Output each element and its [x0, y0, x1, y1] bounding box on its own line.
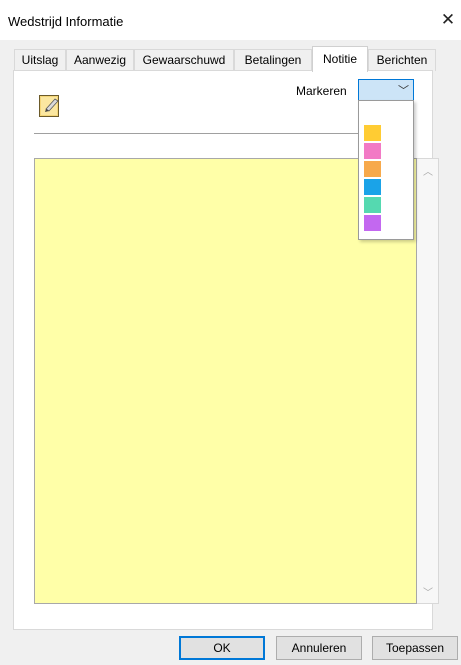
marker-color-option[interactable] — [364, 215, 381, 231]
note-scrollbar[interactable]: ︿ ﹀ — [417, 158, 439, 604]
apply-button[interactable]: Toepassen — [372, 636, 458, 660]
tab-uitslag[interactable]: Uitslag — [14, 49, 66, 71]
tab-berichten[interactable]: Berichten — [368, 49, 436, 71]
scroll-up-icon[interactable]: ︿ — [417, 163, 439, 178]
close-icon[interactable]: ✕ — [438, 10, 458, 30]
marker-label: Markeren — [296, 84, 347, 98]
title-bar: Wedstrijd Informatie ✕ — [0, 0, 461, 40]
window-title: Wedstrijd Informatie — [8, 14, 124, 29]
marker-color-option[interactable] — [364, 161, 381, 177]
tab-betalingen[interactable]: Betalingen — [234, 49, 312, 71]
marker-color-option[interactable] — [364, 197, 381, 213]
marker-color-option[interactable] — [364, 143, 381, 159]
marker-color-dropdown — [358, 100, 414, 240]
marker-color-option[interactable] — [364, 179, 381, 195]
cancel-button[interactable]: Annuleren — [276, 636, 362, 660]
marker-color-combo[interactable]: ﹀ — [358, 79, 414, 101]
note-pad-icon — [39, 95, 59, 117]
scroll-down-icon[interactable]: ﹀ — [417, 584, 439, 599]
divider — [34, 133, 358, 134]
ok-button[interactable]: OK — [179, 636, 265, 660]
tab-gewaarschuwd[interactable]: Gewaarschuwd — [134, 49, 234, 71]
tab-aanwezig[interactable]: Aanwezig — [66, 49, 134, 71]
marker-color-option[interactable] — [364, 125, 381, 141]
chevron-down-icon: ﹀ — [398, 85, 409, 97]
tab-notitie[interactable]: Notitie — [312, 46, 368, 72]
